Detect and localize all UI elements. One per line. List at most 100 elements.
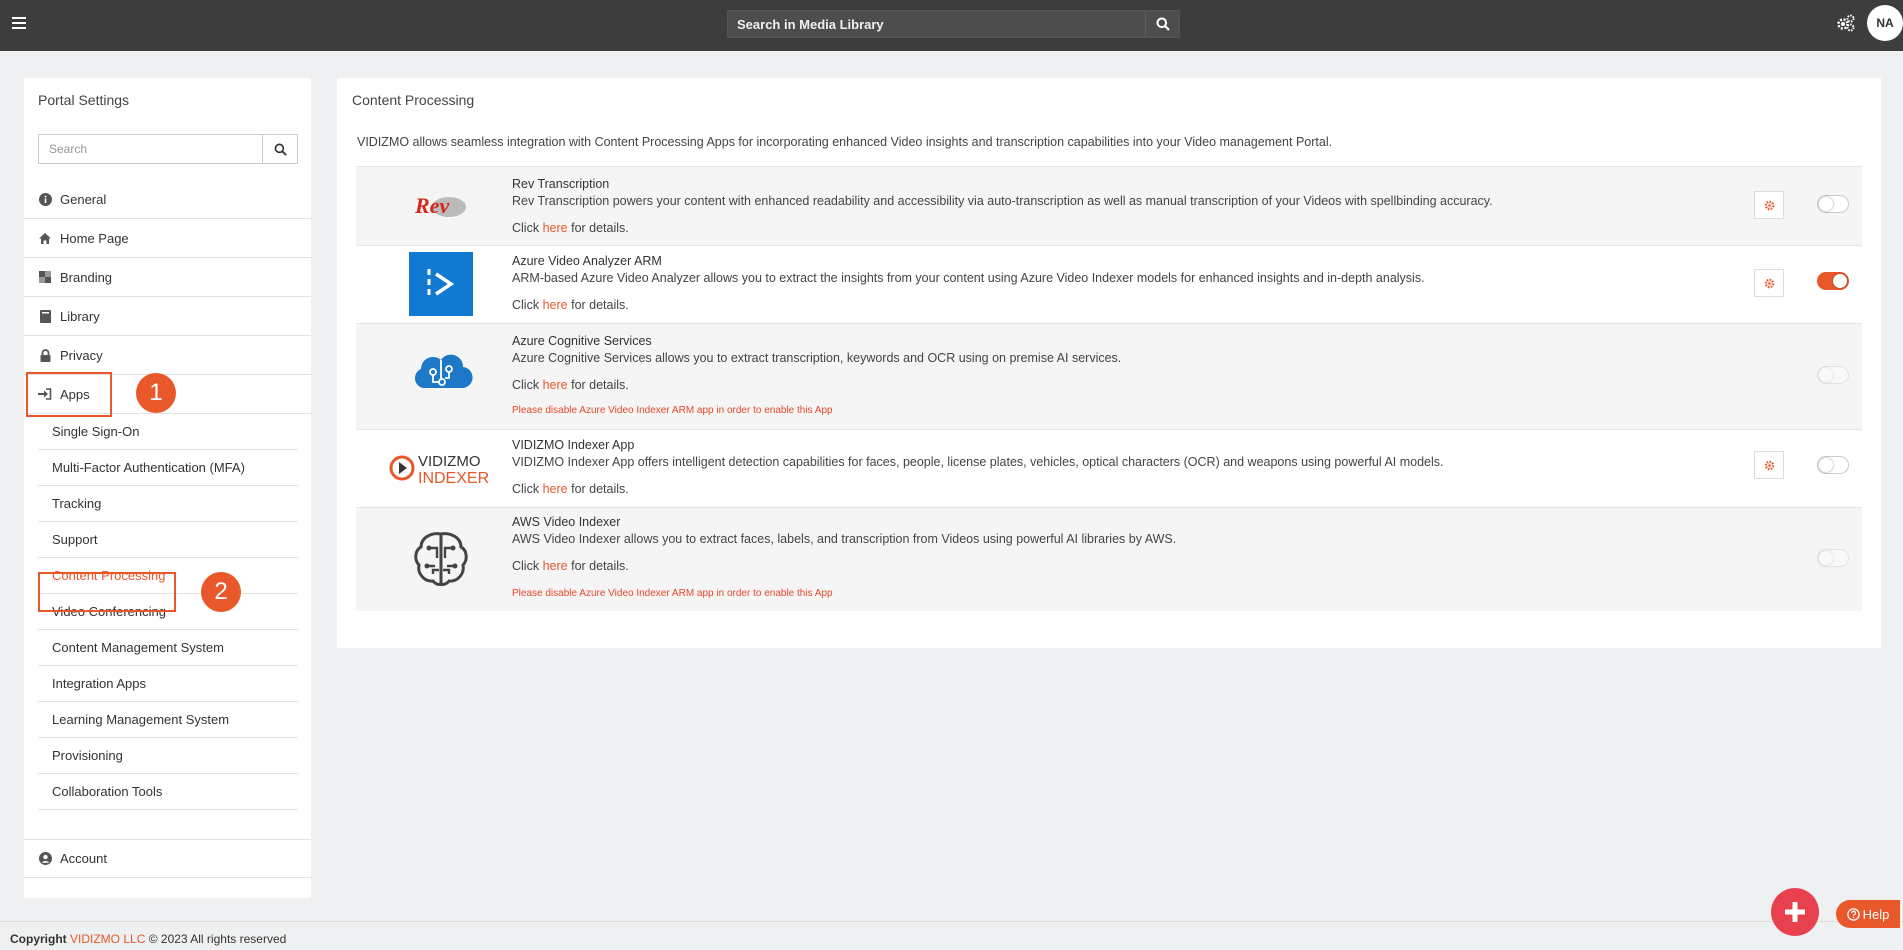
branding-icon [38,270,52,284]
app-row-rev: Rev Rev Transcription Rev Transcription … [356,166,1862,245]
enable-toggle[interactable] [1817,549,1849,567]
sidebar-search-input[interactable]: Search [39,135,262,163]
menu-icon[interactable] [12,14,26,30]
media-search-button[interactable] [1145,11,1179,37]
search-icon [274,143,287,156]
sidebar-item-label: Privacy [60,347,103,363]
sidebar-item-home-page[interactable]: Home Page [24,219,311,258]
app-description: AWS Video Indexer allows you to extract … [512,532,1177,546]
footer-rights: © 2023 All rights reserved [148,932,287,946]
app-name: Rev Transcription [512,177,610,191]
app-details: Click here for details. [512,482,629,496]
help-label: Help [1862,906,1890,922]
page-title: Content Processing [352,92,475,108]
app-name: Azure Cognitive Services [512,334,652,348]
lock-icon [38,348,52,362]
callout-badge-1: 1 [136,373,176,413]
app-description: Azure Cognitive Services allows you to e… [512,351,1122,365]
app-details: Click here for details. [512,298,629,312]
gears-icon[interactable] [1836,13,1856,33]
settings-sidebar: Portal Settings Search General Home Page… [24,78,311,898]
app-description: VIDIZMO Indexer App offers intelligent d… [512,455,1444,469]
sidebar-item-privacy[interactable]: Privacy [24,336,311,375]
settings-button[interactable] [1754,191,1784,219]
user-circle-icon [38,852,52,866]
sidebar-item-branding[interactable]: Branding [24,258,311,297]
gear-icon [1764,200,1774,210]
rev-logo: Rev [368,185,513,227]
app-row-azure-cognitive: Azure Cognitive Services Azure Cognitive… [356,323,1862,429]
azure-cognitive-logo [368,350,513,398]
enable-toggle[interactable] [1817,195,1849,213]
details-link[interactable]: here [543,482,568,496]
callout-box-content-processing [38,572,176,612]
subitem-tracking[interactable]: Tracking [38,486,298,522]
sidebar-item-label: Library [60,308,100,324]
app-name: Azure Video Analyzer ARM [512,254,662,268]
subitem-support[interactable]: Support [38,522,298,558]
app-row-aws-video-indexer: AWS Video Indexer AWS Video Indexer allo… [356,507,1862,611]
app-row-vidizmo-indexer: VIDIZMO INDEXER VIDIZMO Indexer App VIDI… [356,429,1862,507]
subitem-mfa[interactable]: Multi-Factor Authentication (MFA) [38,450,298,486]
app-row-azure-video-analyzer: Azure Video Analyzer ARM ARM-based Azure… [356,245,1862,323]
sidebar-search[interactable]: Search [38,134,298,164]
app-details: Click here for details. [512,559,629,573]
sidebar-search-button[interactable] [262,135,297,163]
content-processing-panel: Content Processing VIDIZMO allows seamle… [337,78,1881,648]
enable-toggle[interactable] [1817,456,1849,474]
help-button[interactable]: Help [1836,900,1900,928]
enable-toggle[interactable] [1817,366,1849,384]
aws-brain-logo [368,530,513,588]
svg-text:VIDIZMO: VIDIZMO [418,453,481,470]
question-circle-icon [1846,907,1860,921]
app-description: ARM-based Azure Video Analyzer allows yo… [512,271,1425,285]
footer-copyright: Copyright [10,932,67,946]
details-link[interactable]: here [543,221,568,235]
footer-company-link[interactable]: VIDIZMO LLC [70,932,145,946]
sidebar-item-account[interactable]: Account [24,839,311,878]
search-icon [1156,17,1170,31]
add-button[interactable] [1771,888,1819,936]
avatar[interactable]: NA [1867,5,1903,41]
app-name: VIDIZMO Indexer App [512,438,635,452]
media-search[interactable]: Search in Media Library [727,10,1180,38]
sidebar-item-label: Home Page [60,230,129,246]
media-search-input[interactable]: Search in Media Library [728,17,1145,32]
sidebar-title: Portal Settings [38,92,130,108]
sidebar-item-library[interactable]: Library [24,297,311,336]
sidebar-item-label: Branding [60,269,113,285]
app-details: Click here for details. [512,221,629,235]
app-warning: Please disable Azure Video Indexer ARM a… [512,405,833,416]
gear-icon [1764,460,1774,470]
intro-text: VIDIZMO allows seamless integration with… [357,135,1333,149]
sidebar-item-label: General [60,191,107,207]
details-link[interactable]: here [543,559,568,573]
enable-toggle[interactable] [1817,272,1849,290]
sidebar-item-general[interactable]: General [24,180,311,219]
app-description: Rev Transcription powers your content wi… [512,194,1493,208]
subitem-lms[interactable]: Learning Management System [38,702,298,738]
subitem-collaboration-tools[interactable]: Collaboration Tools [38,774,298,810]
home-icon [38,231,52,245]
azure-video-analyzer-logo [368,252,513,316]
settings-button[interactable] [1754,269,1784,297]
vidizmo-indexer-logo: VIDIZMO INDEXER [368,446,513,490]
app-warning: Please disable Azure Video Indexer ARM a… [512,588,833,599]
subitem-cms[interactable]: Content Management System [38,630,298,666]
details-link[interactable]: here [543,298,568,312]
callout-badge-2: 2 [201,572,241,612]
subitem-integration-apps[interactable]: Integration Apps [38,666,298,702]
plus-icon [1785,902,1805,922]
details-link[interactable]: here [543,378,568,392]
book-icon [38,309,52,323]
subitem-single-sign-on[interactable]: Single Sign-On [38,414,298,450]
subitem-provisioning[interactable]: Provisioning [38,738,298,774]
callout-box-apps [26,372,112,417]
svg-text:Rev: Rev [414,193,449,218]
top-bar: Search in Media Library NA [0,0,1903,51]
footer-divider [0,921,1903,922]
info-icon [38,192,52,206]
app-name: AWS Video Indexer [512,515,621,529]
settings-button[interactable] [1754,451,1784,479]
sidebar-item-label: Account [60,851,107,866]
